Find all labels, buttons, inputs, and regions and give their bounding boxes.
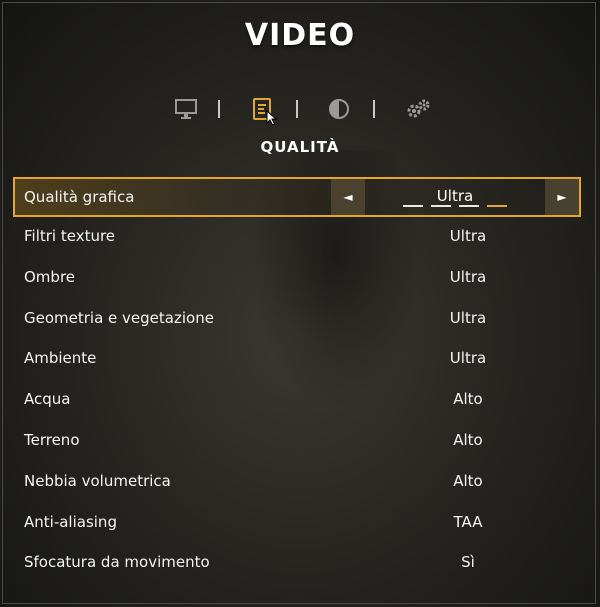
tab-separator xyxy=(296,100,298,118)
setting-label: Sfocatura da movimento xyxy=(24,553,210,572)
setting-value: TAA xyxy=(453,512,483,531)
level-pip-active xyxy=(487,205,507,207)
setting-label: Filtri texture xyxy=(24,227,116,245)
setting-value: Ultra xyxy=(449,308,487,327)
tab-display[interactable] xyxy=(173,96,199,122)
mouse-cursor-icon xyxy=(266,110,278,126)
settings-tab-bar xyxy=(170,96,432,124)
setting-row-environment[interactable]: Ambiente Ultra xyxy=(13,339,581,380)
setting-value: Alto xyxy=(453,471,483,490)
setting-value: Ultra xyxy=(449,267,487,286)
arrow-right-button[interactable]: ► xyxy=(545,179,579,215)
contrast-icon xyxy=(329,99,349,119)
setting-label: Terreno xyxy=(24,430,80,449)
section-title: QUALITÀ xyxy=(260,138,340,156)
setting-row-graphics-quality[interactable]: Qualità grafica ◄ Ultra ► xyxy=(13,177,581,217)
page-title: VIDEO xyxy=(244,18,356,53)
setting-row-geometry[interactable]: Geometria e vegetazione Ultra xyxy=(13,299,581,340)
setting-value: Ultra xyxy=(449,349,487,368)
setting-row-motion-blur[interactable]: Sfocatura da movimento Sì xyxy=(13,543,581,584)
setting-value: Sì xyxy=(461,553,475,572)
arrow-left-button[interactable]: ◄ xyxy=(331,179,365,215)
tab-advanced[interactable] xyxy=(404,96,430,122)
tab-brightness[interactable] xyxy=(326,96,352,122)
setting-label: Qualità grafica xyxy=(24,188,135,206)
setting-label: Anti-aliasing xyxy=(24,512,117,531)
monitor-icon xyxy=(175,99,197,119)
gears-icon xyxy=(407,99,430,118)
level-pip xyxy=(431,205,451,207)
setting-row-texture-filter[interactable]: Filtri texture Ultra xyxy=(13,217,581,258)
settings-list: Qualità grafica ◄ Ultra ► Filtri texture… xyxy=(13,177,581,584)
tab-separator xyxy=(218,100,220,118)
setting-value: Alto xyxy=(453,430,483,449)
setting-row-volumetric-fog[interactable]: Nebbia volumetrica Alto xyxy=(13,462,581,503)
setting-row-anti-aliasing[interactable]: Anti-aliasing TAA xyxy=(13,503,581,544)
setting-row-water[interactable]: Acqua Alto xyxy=(13,380,581,421)
level-pip xyxy=(459,205,479,207)
setting-row-shadows[interactable]: Ombre Ultra xyxy=(13,258,581,299)
setting-label: Ambiente xyxy=(24,349,97,368)
setting-label: Nebbia volumetrica xyxy=(24,471,171,490)
quality-level-indicator xyxy=(403,205,513,208)
setting-value: Ultra xyxy=(449,227,487,245)
setting-label: Ombre xyxy=(24,267,76,286)
tab-separator xyxy=(373,100,375,118)
setting-label: Geometria e vegetazione xyxy=(24,308,214,327)
setting-row-terrain[interactable]: Terreno Alto xyxy=(13,421,581,462)
setting-value: Alto xyxy=(453,390,483,409)
level-pip xyxy=(403,205,423,207)
setting-label: Acqua xyxy=(24,390,71,409)
